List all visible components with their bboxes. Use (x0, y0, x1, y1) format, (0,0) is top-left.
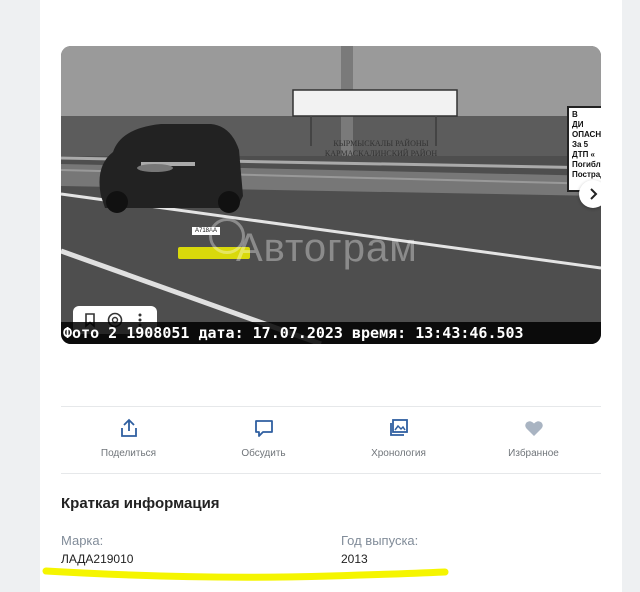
road-sign-line-1: КЫРМЫСКАЛЫ РАЙОНЫ (333, 139, 429, 148)
road-scene-image (61, 46, 601, 344)
warning-sign: В ДИ ОПАСН За 5 ДТП « Погибл Пострад (567, 106, 601, 192)
divider (61, 406, 601, 407)
road-sign-line-2: КАРМАСКАЛИНСКИЙ РАЙОН (324, 149, 438, 158)
section-title: Краткая информация (61, 495, 220, 512)
warning-sign-line: В (572, 110, 578, 119)
share-icon (117, 416, 141, 440)
warning-sign-line: ДИ (572, 120, 584, 129)
action-bar: Поделиться Обсудить Хронология Избранное (61, 416, 601, 459)
next-photo-button[interactable] (579, 180, 601, 208)
post-card: КЫРМЫСКАЛЫ РАЙОНЫ КАРМАСКАЛИНСКИЙ РАЙОН … (40, 0, 622, 592)
discuss-label: Обсудить (241, 448, 286, 459)
gallery-icon (387, 416, 411, 440)
chronology-label: Хронология (371, 448, 426, 459)
year-label: Год выпуска: (341, 533, 419, 548)
favorite-label: Избранное (508, 448, 559, 459)
photo-caption: Фото 2 1908051 дата: 17.07.2023 время: 1… (61, 322, 601, 344)
warning-sign-line: ОПАСН (572, 130, 601, 139)
chevron-right-icon (590, 188, 598, 200)
brand-value: ЛАДА219010 (61, 552, 134, 566)
divider (61, 473, 601, 474)
highlight-underline-mark (42, 567, 449, 581)
heart-icon (522, 416, 546, 440)
favorite-button[interactable]: Избранное (466, 416, 601, 459)
warning-sign-line: Погибл (572, 160, 601, 169)
camera-photo[interactable]: КЫРМЫСКАЛЫ РАЙОНЫ КАРМАСКАЛИНСКИЙ РАЙОН … (61, 46, 601, 344)
warning-sign-line: ДТП « (572, 150, 596, 159)
share-button[interactable]: Поделиться (61, 416, 196, 459)
warning-sign-line: За 5 (572, 140, 589, 149)
road-sign-text: КЫРМЫСКАЛЫ РАЙОНЫ КАРМАСКАЛИНСКИЙ РАЙОН (301, 139, 461, 159)
discuss-button[interactable]: Обсудить (196, 416, 331, 459)
share-label: Поделиться (100, 448, 157, 459)
comment-icon (252, 416, 276, 440)
brand-label: Марка: (61, 533, 104, 548)
warning-sign-line: Пострад (572, 170, 601, 179)
year-value: 2013 (341, 552, 368, 566)
watermark-text: Автограм (236, 226, 418, 270)
chronology-button[interactable]: Хронология (331, 416, 466, 459)
